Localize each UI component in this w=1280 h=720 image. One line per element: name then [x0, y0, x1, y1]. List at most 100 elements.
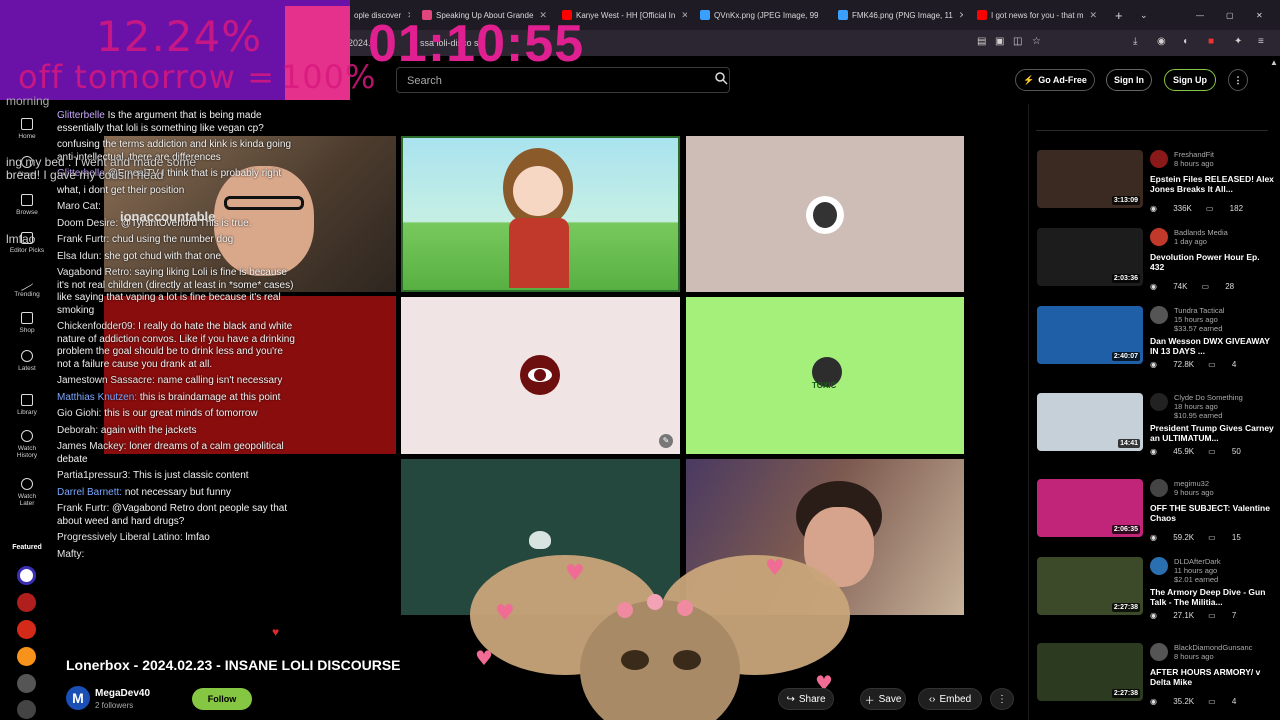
video-title[interactable]: President Trump Gives Carney an ULTIMATU…	[1150, 423, 1274, 443]
extension-icon[interactable]: ■	[1208, 36, 1214, 47]
browser-tab[interactable]: FMK46.png (PNG Image, 11 ✕	[838, 4, 963, 26]
featured-channel-avatar[interactable]	[17, 620, 36, 639]
related-video-item[interactable]: 2:40:07 Tundra Tactical 15 hours ago $33.57…	[1037, 306, 1275, 378]
sidebar-item-library[interactable]: Library	[0, 394, 54, 416]
video-thumbnail[interactable]: 2:27:38	[1037, 643, 1143, 701]
account-icon[interactable]: ◉	[1157, 36, 1166, 47]
video-thumbnail[interactable]: 2:40:07	[1037, 306, 1143, 364]
featured-channel-avatar[interactable]	[17, 566, 36, 585]
video-title[interactable]: Dan Wesson DWX GIVEAWAY IN 13 DAYS ...	[1150, 336, 1274, 356]
more-actions-button[interactable]: ⋮	[990, 688, 1014, 710]
maximize-icon[interactable]: ▢	[1226, 4, 1238, 26]
chat-username[interactable]: Jamestown Sassacre:	[57, 375, 155, 386]
related-video-item[interactable]: 2:27:38 BlackDiamondGunsanc 8 hours ago AFT…	[1037, 643, 1275, 715]
new-tab-button[interactable]: +	[1115, 4, 1129, 26]
sign-in-button[interactable]: Sign In	[1106, 69, 1152, 91]
channel-name[interactable]: Tundra Tactical	[1174, 306, 1224, 315]
scroll-up-arrow-icon[interactable]: ▲	[1270, 58, 1278, 67]
video-thumbnail[interactable]: 14:41	[1037, 393, 1143, 451]
sidebar-item-home[interactable]: Home	[0, 118, 54, 140]
channel-name[interactable]: MegaDev40	[95, 688, 150, 699]
video-title[interactable]: OFF THE SUBJECT: Valentine Chaos	[1150, 503, 1274, 523]
sidebar-item-browse[interactable]: Browse	[0, 194, 54, 216]
featured-channel-avatar[interactable]	[17, 700, 36, 719]
chat-username[interactable]: Vagabond Retro:	[57, 267, 132, 278]
downloads-icon[interactable]: ⤓	[1133, 36, 1137, 47]
go-ad-free-button[interactable]: ⚡ Go Ad-Free	[1015, 69, 1095, 91]
reader-view-icon[interactable]: ▤	[977, 36, 986, 47]
channel-avatar[interactable]	[1150, 479, 1168, 497]
channel-name[interactable]: megimu32	[1174, 479, 1209, 488]
browser-tab[interactable]: I got news for you - that m ✕	[977, 4, 1107, 26]
chat-username[interactable]: Darrel Barnett:	[57, 487, 122, 498]
more-options-button[interactable]: ⋮	[1228, 69, 1248, 91]
channel-avatar[interactable]	[1150, 557, 1168, 575]
chat-username[interactable]: Chickenfodder09:	[57, 321, 135, 332]
sidebar-item-watch-later[interactable]: Watch Later	[0, 478, 54, 507]
channel-avatar[interactable]	[1150, 393, 1168, 411]
video-thumbnail[interactable]: 2:27:38	[1037, 557, 1143, 615]
chat-username[interactable]: James Mackey:	[57, 441, 126, 452]
chat-username[interactable]: Mafty:	[57, 549, 84, 560]
menu-icon[interactable]: ≡	[1258, 36, 1264, 47]
browser-tab[interactable]: QVnKx.png (JPEG Image, 99✕	[700, 4, 825, 26]
picture-in-picture-icon[interactable]: ▣	[995, 36, 1004, 47]
channel-name[interactable]: FreshandFit	[1174, 150, 1214, 159]
channel-avatar[interactable]	[1150, 306, 1168, 324]
chat-username[interactable]: Glitterbelle	[57, 110, 105, 121]
chat-username[interactable]: Progressively Liberal Latino:	[57, 532, 183, 543]
featured-channel-avatar[interactable]	[17, 647, 36, 666]
chat-username[interactable]: Elsa Idun:	[57, 251, 101, 262]
video-thumbnail[interactable]: 2:03:36	[1037, 228, 1143, 286]
close-window-icon[interactable]: ✕	[1256, 4, 1268, 26]
minimize-icon[interactable]: —	[1196, 4, 1208, 26]
search-input[interactable]	[407, 72, 697, 90]
chat-username[interactable]: Deborah:	[57, 425, 98, 436]
video-title[interactable]: AFTER HOURS ARMORY/ v Delta Mike	[1150, 667, 1274, 687]
chat-username[interactable]: Matthias Knutzen:	[57, 392, 137, 403]
save-button[interactable]: ＋ Save	[860, 688, 906, 710]
related-video-item[interactable]: 2:06:35 megimu32 9 hours ago OFF THE SUBJEC…	[1037, 479, 1275, 551]
search-icon[interactable]	[714, 71, 728, 85]
related-video-item[interactable]: 3:13:09 FreshandFit 8 hours ago Epstein Fil…	[1037, 150, 1275, 222]
close-tab-icon[interactable]: ✕	[959, 10, 963, 21]
channel-name[interactable]: BlackDiamondGunsanc	[1174, 643, 1252, 652]
related-video-item[interactable]: 14:41 Clyde Do Something 18 hours ago $10.9…	[1037, 393, 1275, 465]
chat-username[interactable]: Frank Furtr:	[57, 503, 109, 514]
channel-avatar[interactable]	[1150, 228, 1168, 246]
sidebar-item-trending[interactable]: Trending	[0, 272, 54, 298]
close-tab-icon[interactable]: ✕	[681, 10, 687, 21]
sidebar-item-latest[interactable]: Latest	[0, 350, 54, 372]
related-video-item[interactable]: 2:27:38 DLDAfterDark 11 hours ago $2.01 ear…	[1037, 557, 1275, 629]
close-tab-icon[interactable]: ✕	[1089, 10, 1097, 21]
related-video-item[interactable]: 2:03:36 Badlands Media 1 day ago Devolution…	[1037, 228, 1275, 300]
embed-button[interactable]: ‹› Embed	[918, 688, 982, 710]
channel-avatar[interactable]	[1150, 150, 1168, 168]
close-tab-icon[interactable]: ✕	[825, 10, 826, 21]
sidebar-item-watch-history[interactable]: Watch History	[0, 430, 54, 459]
tab-list-chevron-icon[interactable]: ⌄	[1140, 4, 1154, 26]
chat-username[interactable]: Doom Desire:	[57, 218, 118, 229]
bookmark-star-icon[interactable]: ☆	[1032, 36, 1041, 47]
audio-icon[interactable]: ◖	[1182, 36, 1188, 47]
video-thumbnail[interactable]: 3:13:09	[1037, 150, 1143, 208]
video-title[interactable]: Epstein Files RELEASED! Alex Jones Break…	[1150, 174, 1274, 194]
chat-username[interactable]: Frank Furtr:	[57, 234, 109, 245]
chat-username[interactable]: Maro Cat:	[57, 201, 101, 212]
channel-name[interactable]: Clyde Do Something	[1174, 393, 1243, 402]
channel-name[interactable]: DLDAfterDark	[1174, 557, 1221, 566]
extensions-puzzle-icon[interactable]: ✦	[1234, 36, 1242, 47]
sidebar-item-shop[interactable]: Shop	[0, 312, 54, 334]
chat-username[interactable]: Gio Giohi:	[57, 408, 101, 419]
video-title[interactable]: The Armory Deep Dive - Gun Talk - The Mi…	[1150, 587, 1274, 607]
channel-avatar[interactable]	[1150, 643, 1168, 661]
video-title[interactable]: Devolution Power Hour Ep. 432	[1150, 252, 1274, 272]
sign-up-button[interactable]: Sign Up	[1164, 69, 1216, 91]
channel-avatar[interactable]: M	[66, 686, 90, 710]
screenshot-icon[interactable]: ◫	[1013, 36, 1022, 47]
featured-channel-avatar[interactable]	[17, 674, 36, 693]
featured-channel-avatar[interactable]	[17, 593, 36, 612]
follow-button[interactable]: Follow	[192, 688, 252, 710]
channel-name[interactable]: Badlands Media	[1174, 228, 1228, 237]
video-thumbnail[interactable]: 2:06:35	[1037, 479, 1143, 537]
